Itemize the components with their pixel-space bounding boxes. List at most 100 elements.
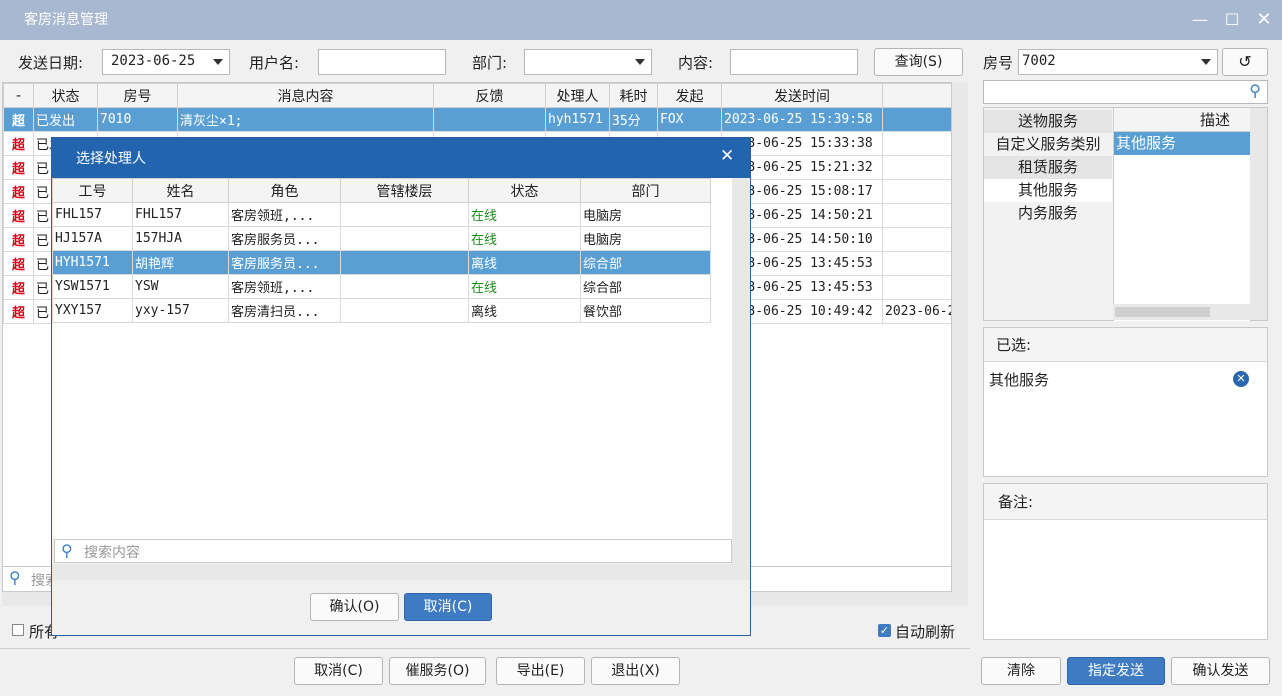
dialog-confirm-button[interactable]: 确认(O) — [310, 593, 399, 621]
cell-status: 离线 — [468, 298, 581, 323]
cell-id: HJ157A — [52, 226, 133, 251]
cell-recv — [882, 251, 951, 276]
col-cost[interactable]: 耗时 — [609, 83, 658, 108]
description-horizontal-scrollbar[interactable] — [1113, 304, 1267, 320]
col-sent-time[interactable]: 发送时间 — [721, 83, 883, 108]
cell-room: 7010 — [97, 107, 178, 132]
cell-recv — [882, 155, 951, 180]
search-icon: ⚲ — [9, 568, 21, 587]
room-select[interactable]: 7002 — [1018, 49, 1218, 75]
service-category-item[interactable]: 其他服务 — [984, 179, 1112, 202]
remove-icon[interactable]: ✕ — [1233, 371, 1249, 387]
service-search-input[interactable]: ⚲ — [983, 80, 1268, 104]
dialog-search-bar[interactable]: ⚲ 搜索内容 — [54, 539, 732, 563]
col-content[interactable]: 消息内容 — [177, 83, 434, 108]
dept-label: 部门: — [472, 54, 508, 72]
cell-recv: 2023-06-2 — [882, 299, 951, 324]
dialog-title-bar: 选择处理人 ✕ — [52, 138, 750, 178]
remark-label: 备注: — [984, 484, 1267, 520]
auto-refresh-checkbox[interactable]: ✓ — [878, 624, 891, 637]
user-input[interactable] — [318, 49, 446, 75]
date-label: 发送日期: — [18, 54, 84, 72]
over-flag: 超 — [3, 227, 34, 252]
description-vertical-scrollbar[interactable] — [1250, 108, 1267, 304]
over-flag: 超 — [3, 179, 34, 204]
scroll-thumb[interactable] — [1115, 307, 1210, 317]
cell-content: 清灰尘×1; — [177, 107, 434, 132]
title-bar: 客房消息管理 — ☐ ✕ — [0, 0, 1282, 40]
cell-floor — [340, 250, 469, 275]
col-id[interactable]: 工号 — [52, 178, 133, 203]
cell-role: 客房领班,... — [228, 274, 341, 299]
chevron-down-icon[interactable] — [213, 59, 223, 65]
cell-floor — [340, 298, 469, 323]
dialog-grid-header: 工号 姓名 角色 管辖楼层 状态 部门 — [52, 178, 711, 203]
col-room[interactable]: 房号 — [97, 83, 178, 108]
cell-name: yxy-157 — [132, 298, 229, 323]
description-item[interactable]: 其他服务 — [1114, 132, 1250, 155]
grid-vertical-scrollbar[interactable] — [952, 82, 968, 592]
date-field[interactable]: 2023-06-25 — [102, 49, 230, 75]
cell-origin: FOX — [657, 107, 722, 132]
col-recv-time[interactable]: 接收 — [882, 83, 951, 108]
urge-service-button[interactable]: 催服务(O) — [389, 657, 486, 685]
cell-status: 在线 — [468, 226, 581, 251]
cancel-button[interactable]: 取消(C) — [294, 657, 383, 685]
cell-recv — [882, 179, 951, 204]
history-button[interactable]: ↺ — [1222, 48, 1268, 76]
dialog-horizontal-scrollbar[interactable] — [52, 564, 750, 580]
clear-button[interactable]: 清除 — [981, 657, 1061, 685]
table-row[interactable]: 超已发出 7010 清灰尘×1; hyh1571 35分 FOX 2023-06-25 15… — [3, 107, 951, 132]
over-flag: 超 — [3, 107, 34, 132]
dialog-search-input[interactable]: 搜索内容 — [84, 542, 140, 562]
remark-textarea[interactable] — [984, 521, 1267, 639]
all-checkbox[interactable] — [12, 624, 24, 636]
cell-handler: hyh1571 — [545, 107, 610, 132]
col-status[interactable]: 状态 — [468, 178, 581, 203]
handler-table: 工号 姓名 角色 管辖楼层 状态 部门 FHL157 FHL157 客房领班,...… — [52, 178, 711, 323]
handler-row[interactable]: HJ157A 157HJA 客房服务员... 在线 电脑房 — [52, 226, 711, 251]
col-role[interactable]: 角色 — [228, 178, 341, 203]
handler-row[interactable]: YXY157 yxy-157 客房清扫员... 离线 餐饮部 — [52, 298, 711, 323]
content-input[interactable] — [730, 49, 858, 75]
chevron-down-icon[interactable] — [635, 59, 645, 65]
col-name[interactable]: 姓名 — [132, 178, 229, 203]
history-icon: ↺ — [1238, 52, 1252, 71]
col-handler[interactable]: 处理人 — [545, 83, 610, 108]
service-category-item[interactable]: 租赁服务 — [984, 156, 1112, 179]
cell-recv — [882, 107, 951, 132]
dept-select[interactable] — [524, 49, 652, 75]
auto-refresh-label: 自动刷新 — [895, 623, 956, 641]
col-origin[interactable]: 发起 — [657, 83, 722, 108]
maximize-icon[interactable]: ☐ — [1222, 10, 1242, 30]
col-dept[interactable]: 部门 — [580, 178, 711, 203]
close-icon[interactable]: ✕ — [1254, 10, 1274, 30]
handler-row[interactable]: FHL157 FHL157 客房领班,... 在线 电脑房 — [52, 202, 711, 227]
chevron-down-icon[interactable] — [1201, 59, 1211, 65]
close-icon[interactable]: ✕ — [720, 146, 734, 166]
minimize-icon[interactable]: — — [1190, 10, 1210, 30]
handler-row[interactable]: HYH1571 胡艳辉 客房服务员... 离线 综合部 — [52, 250, 711, 275]
service-category-item[interactable]: 内务服务 — [984, 202, 1112, 225]
service-category-item[interactable]: 送物服务 — [984, 110, 1112, 133]
cell-id: YXY157 — [52, 298, 133, 323]
col-status[interactable]: 状态 — [33, 83, 98, 108]
col-feedback[interactable]: 反馈 — [433, 83, 546, 108]
cell-name: FHL157 — [132, 202, 229, 227]
cell-status: 已发出 — [33, 107, 98, 132]
dialog-vertical-scrollbar[interactable] — [732, 178, 750, 564]
col-flag[interactable]: - — [3, 83, 34, 108]
query-button[interactable]: 查询(S) — [874, 48, 963, 76]
service-panel: 送物服务 自定义服务类别 租赁服务 其他服务 内务服务 描述 其他服务 — [983, 107, 1268, 321]
handler-row[interactable]: YSW1571 YSW 客房领班,... 在线 综合部 — [52, 274, 711, 299]
cell-dept: 电脑房 — [580, 226, 711, 251]
exit-button[interactable]: 退出(X) — [591, 657, 680, 685]
dialog-cancel-button[interactable]: 取消(C) — [404, 593, 492, 621]
confirm-send-button[interactable]: 确认发送 — [1171, 657, 1270, 685]
service-category-item[interactable]: 自定义服务类别 — [984, 133, 1112, 156]
col-floor[interactable]: 管辖楼层 — [340, 178, 469, 203]
assign-send-button[interactable]: 指定发送 — [1067, 657, 1165, 685]
export-button[interactable]: 导出(E) — [496, 657, 585, 685]
search-icon: ⚲ — [61, 541, 73, 560]
cell-id: HYH1571 — [52, 250, 133, 275]
